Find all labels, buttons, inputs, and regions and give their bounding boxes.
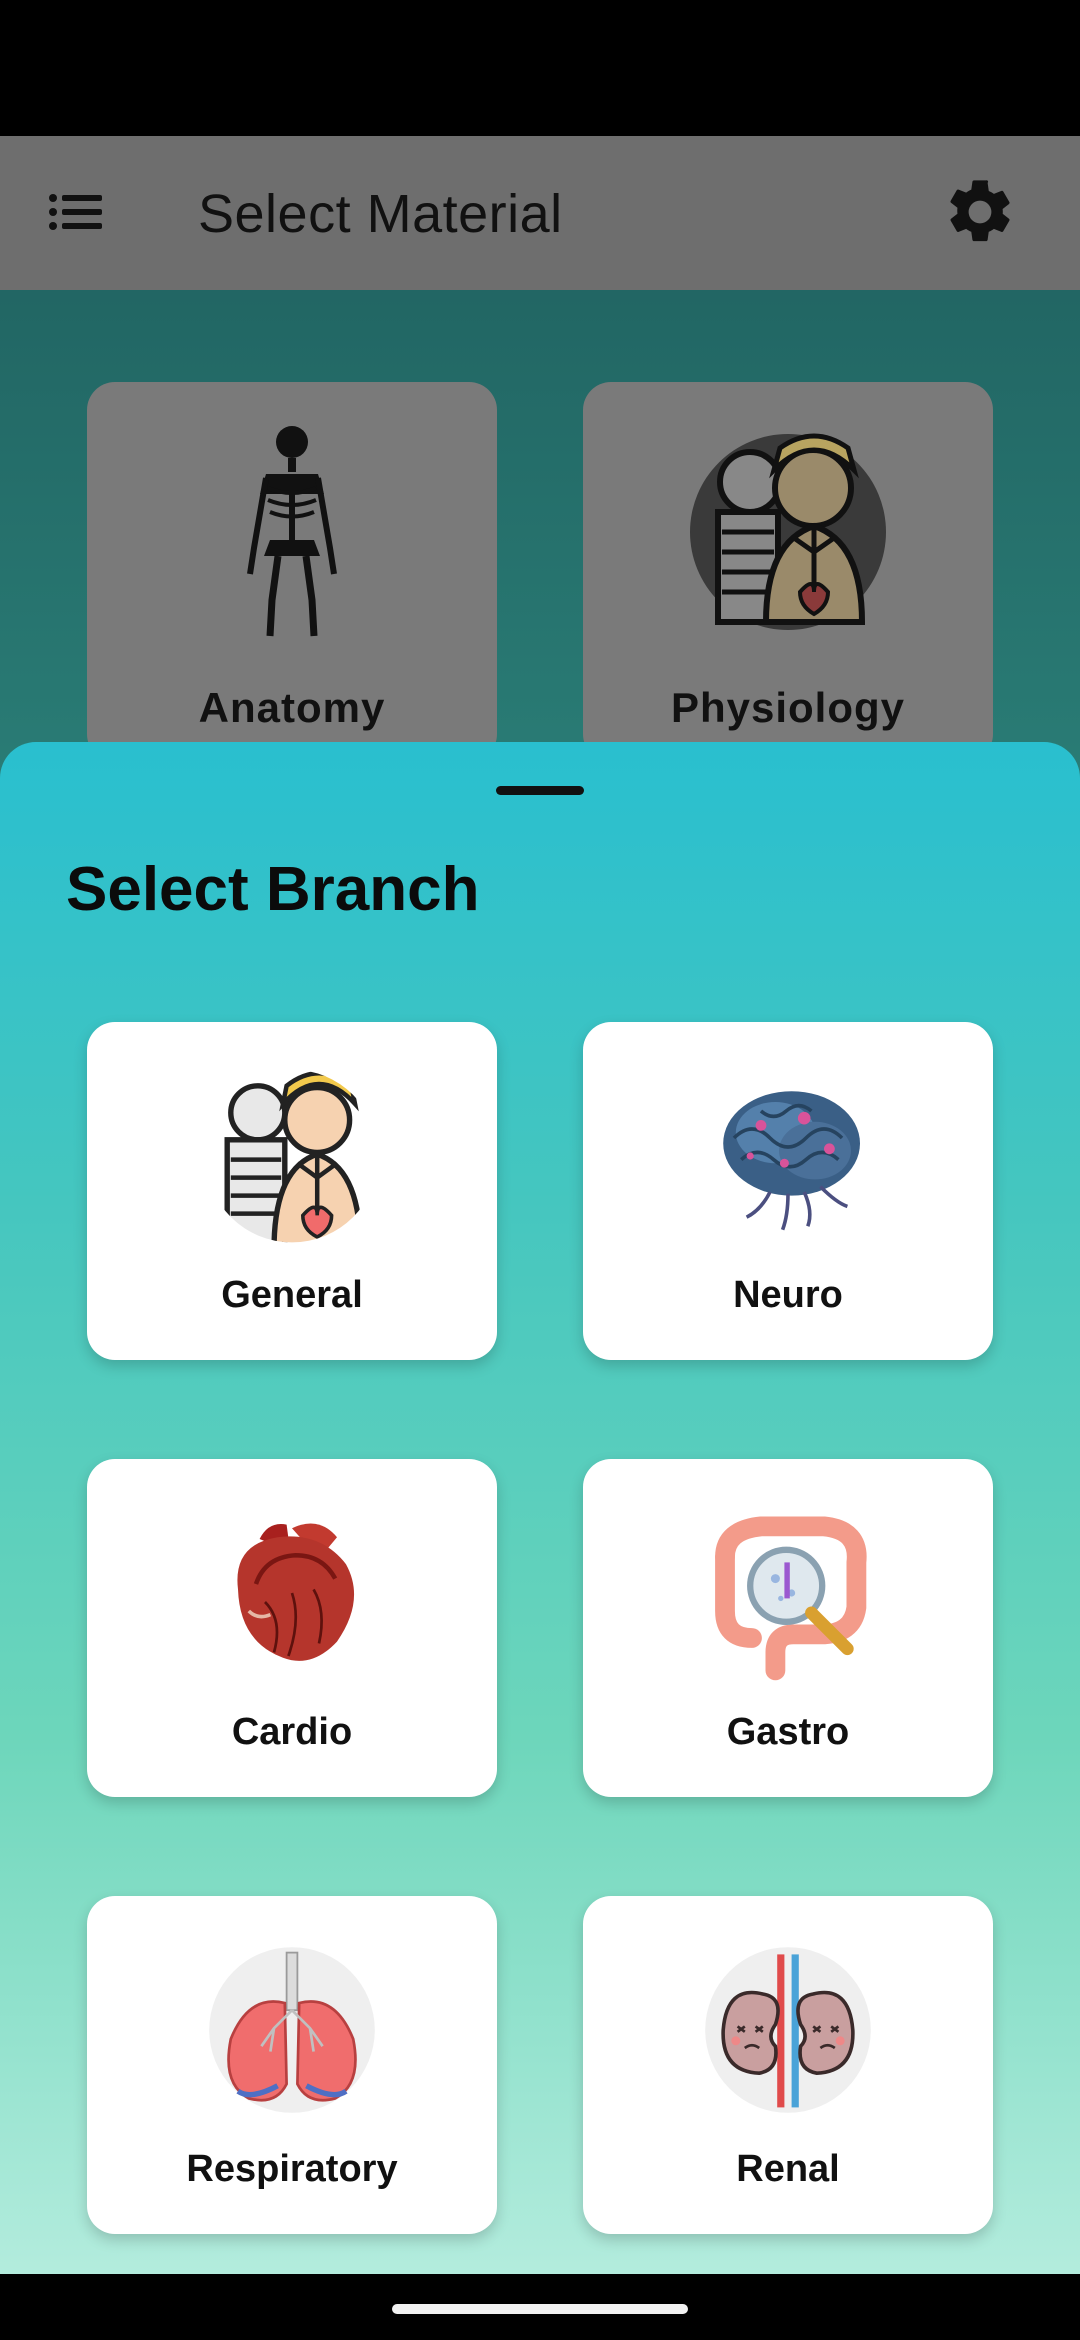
material-card-physiology[interactable]: Physiology bbox=[583, 382, 993, 762]
lungs-icon bbox=[202, 1940, 382, 2120]
drag-handle[interactable] bbox=[496, 786, 584, 795]
settings-button[interactable] bbox=[940, 172, 1020, 252]
material-card-anatomy[interactable]: Anatomy bbox=[87, 382, 497, 762]
brain-icon bbox=[698, 1066, 878, 1246]
navigation-bar bbox=[0, 2274, 1080, 2340]
branch-card-general[interactable]: General bbox=[87, 1022, 497, 1360]
menu-button[interactable] bbox=[40, 180, 112, 244]
branch-label: Respiratory bbox=[186, 2148, 398, 2190]
branch-label: General bbox=[221, 1274, 363, 1316]
intestine-magnifier-icon bbox=[698, 1503, 878, 1683]
branch-card-respiratory[interactable]: Respiratory bbox=[87, 1896, 497, 2234]
branch-card-neuro[interactable]: Neuro bbox=[583, 1022, 993, 1360]
heart-icon bbox=[202, 1503, 382, 1683]
branch-bottom-sheet: Select Branch General Neuro Cardio Gastr… bbox=[0, 742, 1080, 2274]
page-title: Select Material bbox=[198, 184, 563, 244]
gear-icon bbox=[950, 180, 1010, 242]
screen: Select Material Anatomy Physiology Selec… bbox=[0, 0, 1080, 2340]
sheet-title: Select Branch bbox=[66, 855, 480, 924]
human-body-icon bbox=[688, 422, 888, 647]
branch-label: Cardio bbox=[231, 1711, 353, 1753]
home-indicator[interactable] bbox=[392, 2304, 688, 2314]
branch-label: Renal bbox=[736, 2148, 840, 2190]
list-icon bbox=[49, 194, 102, 230]
material-label: Anatomy bbox=[198, 684, 386, 731]
branch-card-gastro[interactable]: Gastro bbox=[583, 1459, 993, 1797]
branch-label: Neuro bbox=[733, 1274, 843, 1316]
kidneys-icon bbox=[698, 1940, 878, 2120]
status-bar bbox=[0, 0, 1080, 136]
skeleton-icon bbox=[232, 422, 352, 647]
human-body-icon bbox=[202, 1066, 382, 1246]
branch-card-cardio[interactable]: Cardio bbox=[87, 1459, 497, 1797]
branch-card-renal[interactable]: Renal bbox=[583, 1896, 993, 2234]
branch-label: Gastro bbox=[726, 1711, 850, 1753]
material-label: Physiology bbox=[670, 684, 906, 731]
